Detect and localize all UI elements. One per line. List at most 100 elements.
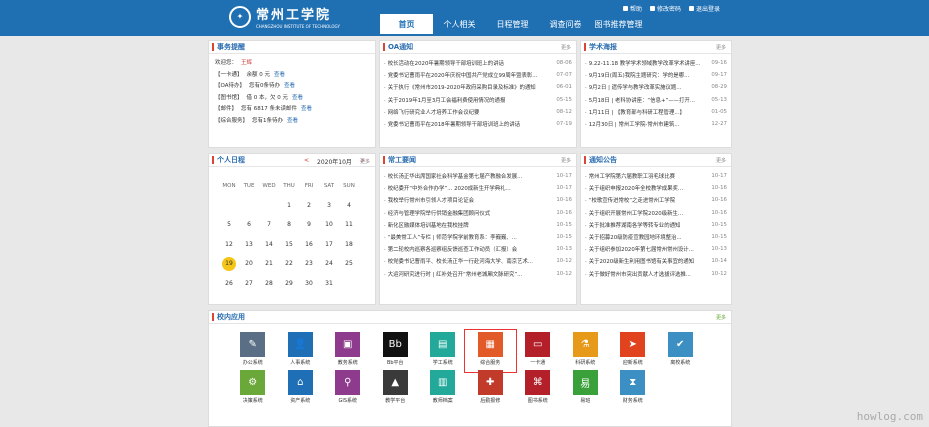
view-link[interactable]: 查看	[274, 70, 285, 82]
app-tile[interactable]: ⧗ 财务系统	[609, 370, 657, 408]
help-link[interactable]: 帮助	[623, 4, 642, 13]
list-item[interactable]: 常州工学院第六届教职工羽毛球比赛10-17	[585, 170, 727, 182]
calendar-day[interactable]: 3	[319, 202, 339, 209]
calendar-day[interactable]: 29	[279, 280, 299, 287]
view-link[interactable]: 查看	[284, 81, 295, 93]
view-link[interactable]: 查看	[292, 93, 303, 105]
list-item[interactable]: 关于组织参加2020年第七届常州常州设计...10-13	[585, 243, 727, 255]
app-tile[interactable]: ⚲ GIS系统	[324, 370, 372, 408]
calendar-day[interactable]: 14	[259, 241, 279, 248]
calendar-day[interactable]: 22	[279, 260, 299, 267]
more-link[interactable]: 更多	[360, 158, 370, 165]
app-tile[interactable]: ⚗ 科研系统	[562, 332, 610, 370]
app-tile[interactable]: ✔ 离校系统	[657, 332, 705, 370]
list-item[interactable]: 校纪委开“中外合作办学”... 2020成新生开学典礼...10-17	[384, 182, 572, 194]
list-item[interactable]: 关于做好常州市突出贡献人才选拔评选推...10-12	[585, 268, 727, 280]
app-tile[interactable]: ⌘ 图书系统	[514, 370, 562, 408]
more-link[interactable]: 更多	[716, 44, 726, 51]
nav-survey[interactable]: 调查问卷	[539, 14, 592, 34]
list-item[interactable]: 1月11日 | 【教育部与科研工程管理...】01-05	[585, 106, 727, 118]
list-item[interactable]: 关于组织申报2020年全校教学成果奖...10-16	[585, 182, 727, 194]
app-tile[interactable]: ▭ 一卡通	[514, 332, 562, 370]
list-item[interactable]: 大运河研究进行时 | 红补处召开“常州老城厢文脉研究”...10-12	[384, 268, 572, 280]
change-password-link[interactable]: 修改密码	[650, 4, 681, 13]
calendar-day[interactable]: 26	[219, 280, 239, 287]
calendar-day[interactable]: 10	[319, 221, 339, 228]
calendar-day[interactable]: 30	[299, 280, 319, 287]
calendar-day[interactable]: 21	[259, 260, 279, 267]
list-item[interactable]: 新化区融媒体培训基地在我校挂牌10-15	[384, 219, 572, 231]
list-item[interactable]: 关于招募20级防疫宣教园地环境整治...10-15	[585, 231, 727, 243]
logout-link[interactable]: 退出登录	[689, 4, 720, 13]
more-link[interactable]: 更多	[561, 157, 571, 164]
list-item[interactable]: 关于组织开展常州工学院2020级新生...10-16	[585, 207, 727, 219]
list-item[interactable]: 网络飞行研究业人才培养工作会议纪要08-12	[384, 106, 572, 118]
list-item[interactable]: 第二轮校内巡察各巡察组反馈巡查工作动员（汇报）会10-13	[384, 243, 572, 255]
calendar-day[interactable]: 1	[279, 202, 299, 209]
calendar-day[interactable]: 16	[299, 241, 319, 248]
calendar-day[interactable]: 31	[319, 280, 339, 287]
calendar-day[interactable]: 20	[239, 260, 259, 267]
calendar-day[interactable]: 25	[339, 260, 359, 267]
app-tile[interactable]: ▦ 综合服务	[463, 329, 517, 373]
more-link[interactable]: 更多	[716, 157, 726, 164]
nav-book-recommend[interactable]: 图书推荐管理	[592, 14, 645, 34]
list-item[interactable]: 党委书记曹雨平在2020年庆祝中国共产党成立99周年暨表彰...07-07	[384, 69, 572, 81]
prev-month-button[interactable]: <	[304, 157, 309, 166]
app-tile[interactable]: ⌂ 资产系统	[277, 370, 325, 408]
app-tile[interactable]: 👤 人事系统	[277, 332, 325, 370]
calendar-day[interactable]: 28	[259, 280, 279, 287]
calendar-day-today[interactable]: 19	[219, 256, 239, 271]
calendar-day[interactable]: 12	[219, 241, 239, 248]
app-tile[interactable]: ✎ 办公系统	[229, 332, 277, 370]
list-item[interactable]: 5月18日 | 老科协讲座：“信息+”——打开...05-13	[585, 94, 727, 106]
calendar-day[interactable]: 9	[299, 221, 319, 228]
list-item[interactable]: 校长活动在2020年暑期领导干部培训班上的讲话08-06	[384, 57, 572, 69]
app-tile[interactable]: ⚙ 决策系统	[229, 370, 277, 408]
app-tile[interactable]: Bb Bb平台	[372, 332, 420, 370]
nav-personal[interactable]: 个人相关	[433, 14, 486, 34]
calendar-day[interactable]: 27	[239, 280, 259, 287]
nav-schedule[interactable]: 日程管理	[486, 14, 539, 34]
calendar-day[interactable]: 15	[279, 241, 299, 248]
calendar-day[interactable]: 5	[219, 221, 239, 228]
list-item[interactable]: 关于2019年1月至3月工会福利费使用情况的通报05-15	[384, 94, 572, 106]
app-tile[interactable]: ▥ 教师档案	[419, 370, 467, 408]
list-item[interactable]: 9月19日(周五)我院主题研究：学的是哪...09-17	[585, 69, 727, 81]
calendar-day[interactable]: 24	[319, 260, 339, 267]
list-item[interactable]: 关于执行《常州市2019-2020年政府采购目录及标准》的通知06-01	[384, 81, 572, 93]
list-item[interactable]: 校党委书记曹雨平、校长汤正华一行赴河海大学、南京艺术...10-12	[384, 255, 572, 267]
app-tile[interactable]: 易易班	[562, 370, 610, 408]
app-tile[interactable]: ▤ 学工系统	[419, 332, 467, 370]
calendar-day[interactable]: 17	[319, 241, 339, 248]
app-tile[interactable]: ▣ 教务系统	[324, 332, 372, 370]
more-link[interactable]: 更多	[561, 44, 571, 51]
list-item[interactable]: 12月30日 | 常州工学院-常州市建筑...12-27	[585, 118, 727, 130]
list-item[interactable]: 关于批准推荐湖南各学等转专业的通知10-15	[585, 219, 727, 231]
list-item[interactable]: 校长汤正华出席国家社会科学基金第七届产教融合发展...10-17	[384, 170, 572, 182]
calendar-day[interactable]: 2	[299, 202, 319, 209]
nav-home[interactable]: 首页	[380, 14, 433, 34]
list-item[interactable]: 党委书记曹雨平在2018年暑期领导干部培训班上的讲话07-19	[384, 118, 572, 130]
calendar-day[interactable]: 8	[279, 221, 299, 228]
app-tile[interactable]: ✚ 后勤报修	[467, 370, 515, 408]
list-item[interactable]: “校歌宣传进常校”之走进常州工学院10-16	[585, 194, 727, 206]
view-link[interactable]: 查看	[287, 116, 298, 128]
list-item[interactable]: “最美常工人”专栏 | 师范学院学前教育系：李巍巍、...10-15	[384, 231, 572, 243]
list-item[interactable]: 我校举行常州市引领人才项目论证会10-16	[384, 194, 572, 206]
school-logo[interactable]: ✦ 常州工学院 CHANGZHOU INSTITUTE OF TECHNOLOG…	[229, 4, 340, 29]
calendar-day[interactable]: 18	[339, 241, 359, 248]
list-item[interactable]: 9.22-11.18 教学学术领域教学改革学术讲座...09-16	[585, 57, 727, 69]
calendar-day[interactable]: 6	[239, 221, 259, 228]
list-item[interactable]: 关于2020级新生利用图书馆有关事宜的通知10-14	[585, 255, 727, 267]
list-item[interactable]: 9月2日 | 遗传学与教学改革实施议题...08-29	[585, 81, 727, 93]
app-tile[interactable]: ➤ 迎新系统	[609, 332, 657, 370]
calendar-day[interactable]: 13	[239, 241, 259, 248]
list-item[interactable]: 经济与管理学院举行供销金融集团顾问仪式10-16	[384, 207, 572, 219]
more-link[interactable]: 更多	[716, 314, 726, 321]
calendar-day[interactable]: 11	[339, 221, 359, 228]
calendar-day[interactable]: 7	[259, 221, 279, 228]
view-link[interactable]: 查看	[301, 104, 312, 116]
app-tile[interactable]: ▲ 教学平台	[372, 370, 420, 408]
calendar-day[interactable]: 4	[339, 202, 359, 209]
